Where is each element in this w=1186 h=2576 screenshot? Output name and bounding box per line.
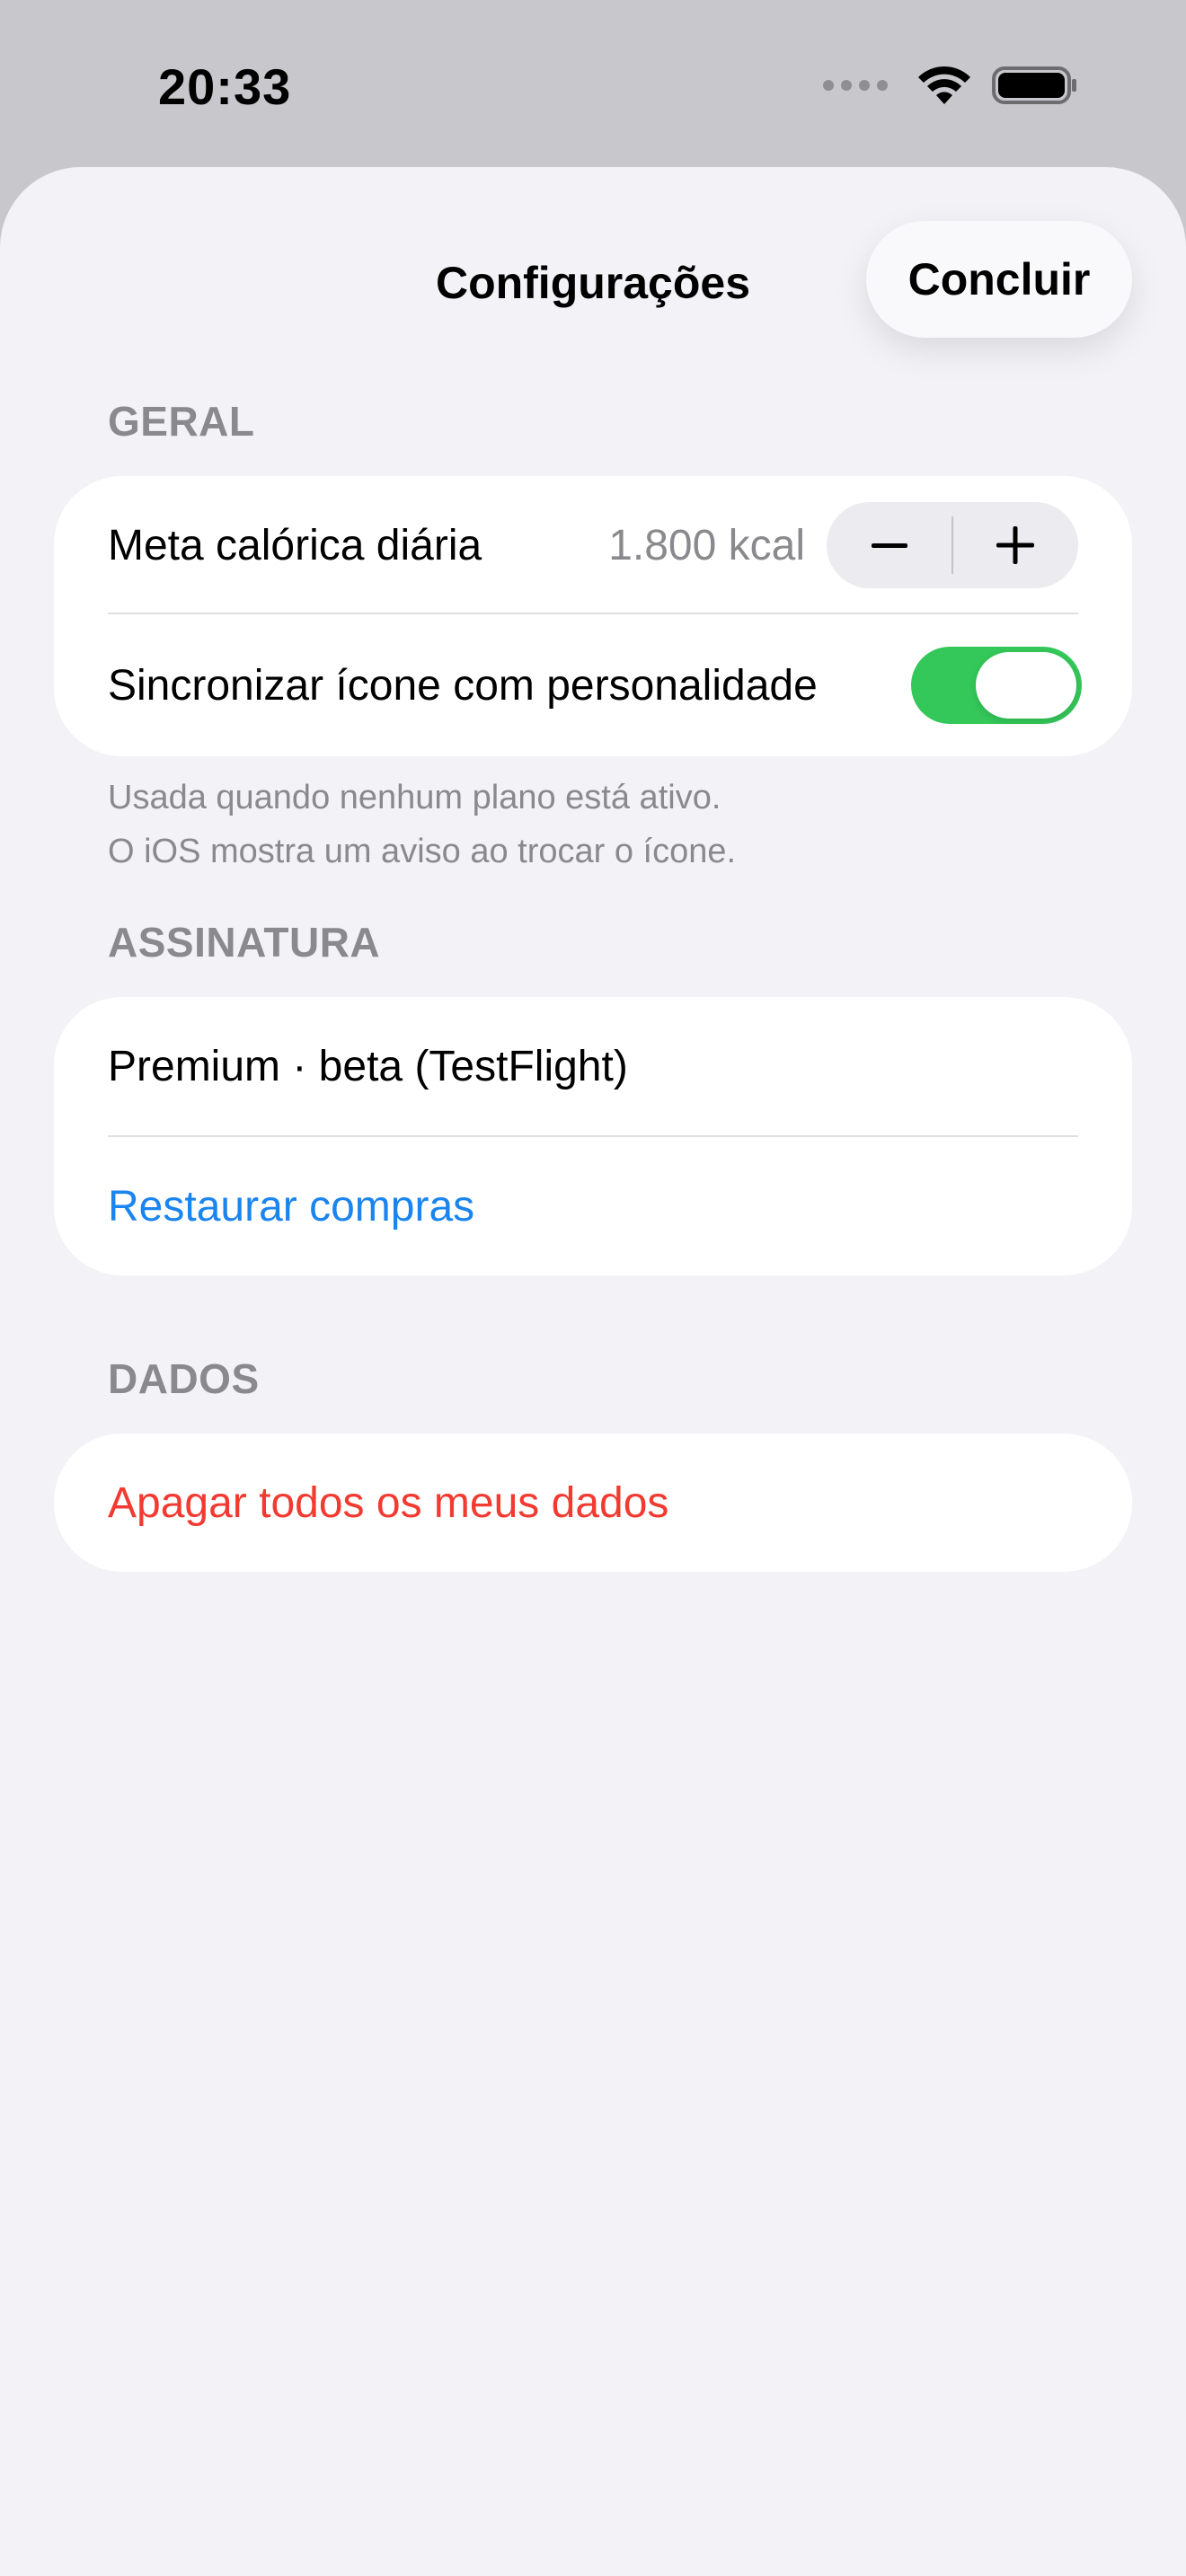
plan-row: Premium · beta (TestFlight) xyxy=(54,997,1132,1135)
plus-icon xyxy=(996,526,1034,564)
sync-icon-label: Sincronizar ícone com personalidade xyxy=(108,661,818,710)
battery-icon xyxy=(992,66,1076,104)
stepper-divider xyxy=(951,516,953,574)
general-footer-line2: O iOS mostra um aviso ao trocar o ícone. xyxy=(108,833,737,870)
status-time: 20:33 xyxy=(158,58,292,115)
sync-icon-toggle[interactable] xyxy=(911,647,1082,724)
plan-label: Premium · beta (TestFlight) xyxy=(108,1042,628,1090)
general-footer: Usada quando nenhum plano está ativo. O … xyxy=(108,771,736,878)
restore-purchases-button[interactable]: Restaurar compras xyxy=(108,1182,474,1231)
section-header-data: DADOS xyxy=(108,1355,260,1402)
section-header-general: GERAL xyxy=(108,398,255,445)
data-card: Apagar todos os meus dados xyxy=(54,1434,1132,1572)
delete-data-row[interactable]: Apagar todos os meus dados xyxy=(54,1434,1132,1572)
delete-all-data-button[interactable]: Apagar todos os meus dados xyxy=(108,1478,668,1528)
subscription-card: Premium · beta (TestFlight) Restaurar co… xyxy=(54,997,1132,1275)
sync-icon-row: Sincronizar ícone com personalidade xyxy=(54,614,1132,756)
toggle-knob xyxy=(976,652,1076,719)
general-card: Meta calórica diária 1.800 kcal Sincroni… xyxy=(54,476,1132,756)
wifi-icon xyxy=(918,66,970,104)
done-button[interactable]: Concluir xyxy=(866,221,1132,338)
calorie-goal-stepper[interactable] xyxy=(827,502,1078,588)
cellular-signal-icon xyxy=(823,80,888,91)
increment-button[interactable] xyxy=(952,502,1078,588)
settings-sheet: Configurações Concluir GERAL Meta calóri… xyxy=(0,167,1186,2576)
restore-purchases-row[interactable]: Restaurar compras xyxy=(54,1137,1132,1275)
calorie-goal-label: Meta calórica diária xyxy=(108,521,482,569)
status-icons xyxy=(823,65,1078,106)
status-bar: 20:33 xyxy=(0,0,1186,167)
calorie-goal-value: 1.800 kcal xyxy=(608,521,805,569)
general-footer-line1: Usada quando nenhum plano está ativo. xyxy=(108,779,721,816)
calorie-goal-row: Meta calórica diária 1.800 kcal xyxy=(54,476,1132,614)
decrement-button[interactable] xyxy=(827,502,952,588)
section-header-subscription: ASSINATURA xyxy=(108,919,381,966)
minus-icon xyxy=(872,543,907,548)
